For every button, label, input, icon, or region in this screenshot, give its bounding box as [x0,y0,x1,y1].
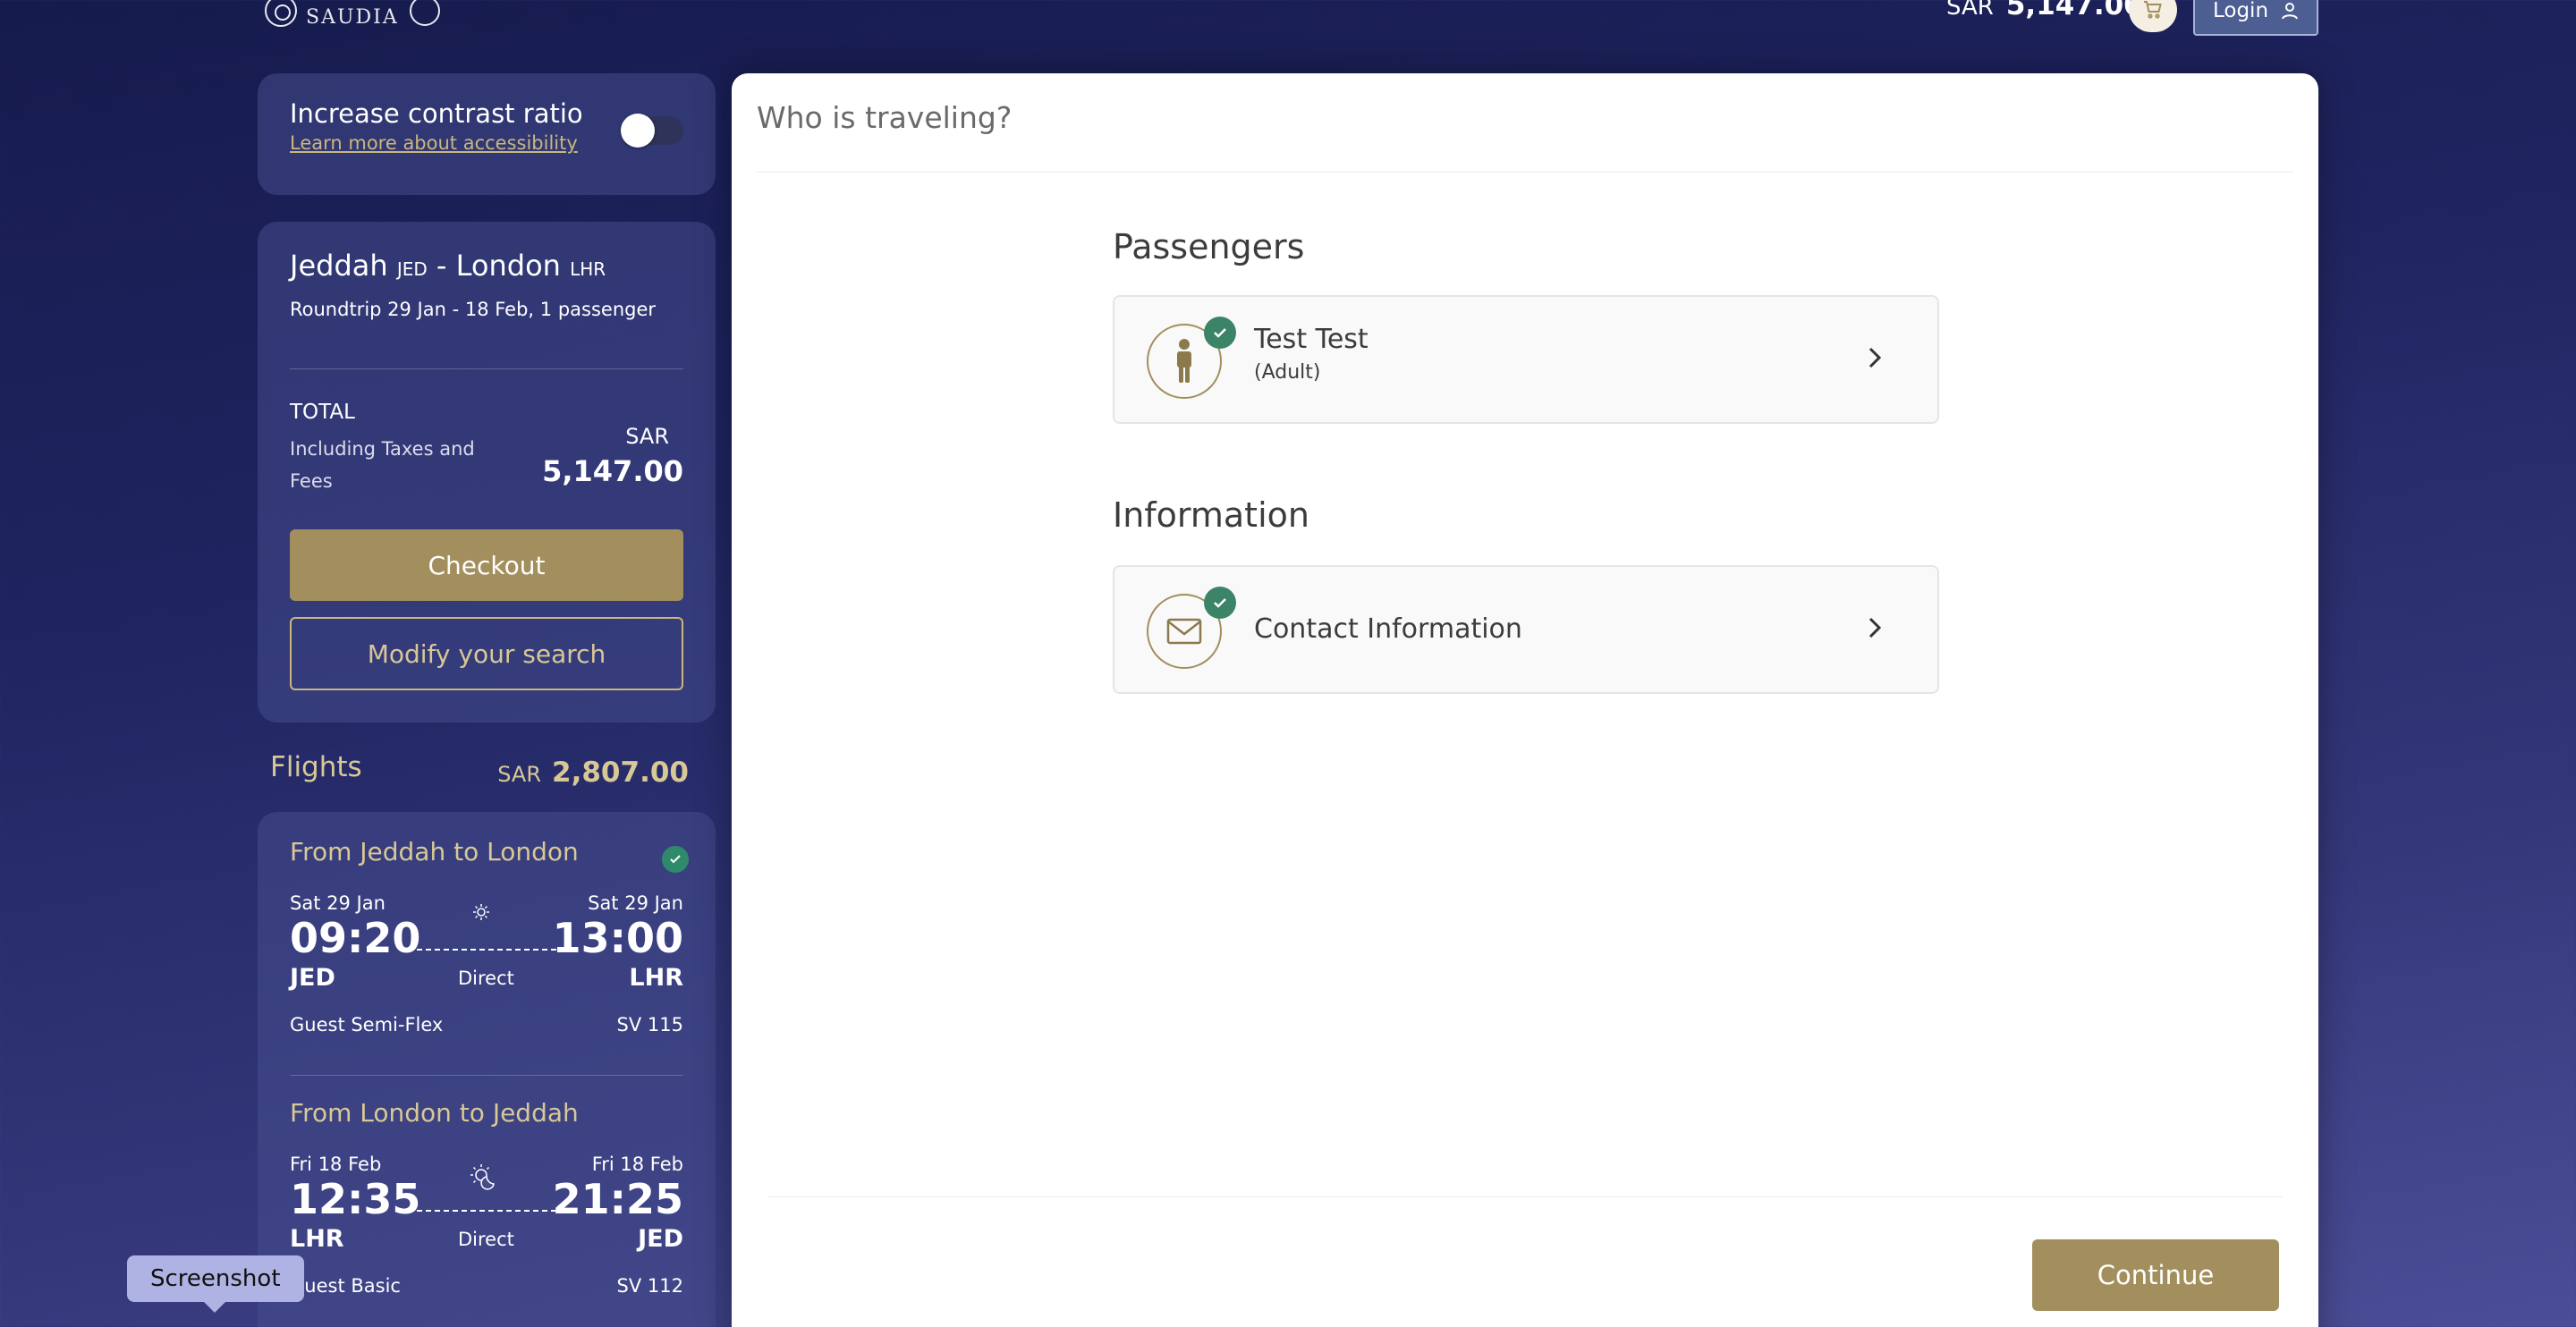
leg-departure-code: JED [290,964,335,992]
leg-departure-date: Sat 29 Jan [290,892,386,914]
summary-divider [290,368,683,369]
booking-summary-card: Jeddah JED - London LHR Roundtrip 29 Jan… [258,222,716,723]
destination-city: London [455,249,561,283]
contrast-title: Increase contrast ratio [290,98,583,129]
leg-title-return: From London to Jeddah [290,1098,579,1128]
flights-currency: SAR [497,762,542,787]
flights-card: From Jeddah to London Sat 29 Jan Sat 29 … [258,812,716,1327]
leg-arrival-code: JED [638,1225,683,1253]
leg-departure-time: 09:20 [290,914,421,962]
user-icon [2282,3,2299,20]
person-icon [1177,339,1191,383]
contact-information-card[interactable]: Contact Information [1113,565,1939,694]
total-amount: 5,147.00 [542,454,683,488]
checkout-button[interactable]: Checkout [290,529,683,601]
route-title: Jeddah JED - London LHR [290,249,606,283]
travelers-panel: Who is traveling? Passengers Test Test (… [732,73,2318,1327]
logo-text: SAUDIA [306,5,399,29]
cart-button[interactable] [2129,0,2177,32]
information-heading: Information [1113,495,1309,535]
leg-departure-time: 12:35 [290,1175,421,1223]
screenshot-tooltip: Screenshot [127,1255,304,1302]
leg-arrival-time: 21:25 [552,1175,683,1223]
leg-flight-number: SV 112 [616,1275,683,1297]
origin-code: JED [396,258,428,280]
accessibility-card: Increase contrast ratio Learn more about… [258,73,716,195]
top-bar: SAUDIA SAR 5,147.00 Login [0,0,2576,39]
total-currency: SAR [625,424,669,449]
saudia-logo[interactable]: SAUDIA [265,0,440,29]
legs-divider [290,1075,683,1076]
passenger-name: Test Test [1254,324,1368,355]
footer-divider [767,1196,2283,1197]
page-title: Who is traveling? [757,100,1013,135]
login-label: Login [2212,0,2269,22]
leg-flight-number: SV 115 [616,1014,683,1035]
modify-search-button[interactable]: Modify your search [290,617,683,690]
leg-stops: Direct [458,968,514,989]
leg-departure-date: Fri 18 Feb [290,1154,382,1175]
origin-city: Jeddah [290,249,388,283]
passenger-type: (Adult) [1254,361,1321,384]
leg-route-line [408,949,565,951]
contact-complete-check-icon [1204,587,1236,619]
header-total-amount: 5,147.00 [2005,0,2143,21]
accessibility-link[interactable]: Learn more about accessibility [290,132,578,154]
contrast-toggle[interactable] [621,114,683,148]
chevron-right-icon [1868,347,1882,368]
envelope-icon [1166,618,1202,645]
sunset-icon [470,1164,495,1190]
logo-palm-icon [409,0,440,26]
logo-emblem-icon [265,0,297,27]
sun-icon [473,904,489,920]
passenger-complete-check-icon [1204,317,1236,349]
header-total-currency: SAR [1946,0,1994,21]
leg-fare-type: Guest Basic [290,1275,401,1297]
total-description: Including Taxes and Fees [290,438,475,492]
login-button[interactable]: Login [2193,0,2318,36]
tooltip-arrow [204,1302,225,1313]
cart-icon [2144,1,2162,19]
passengers-heading: Passengers [1113,227,1305,266]
leg-arrival-code: LHR [629,964,683,992]
passenger-card[interactable]: Test Test (Adult) [1113,295,1939,424]
route-separator: - [436,249,447,283]
continue-button[interactable]: Continue [2032,1239,2279,1311]
destination-code: LHR [570,258,606,280]
toggle-knob [621,114,655,148]
leg-title-outbound: From Jeddah to London [290,837,579,866]
contact-information-label: Contact Information [1254,613,1522,645]
leg-route-line [408,1210,565,1212]
title-divider [757,172,2293,173]
leg-departure-code: LHR [290,1225,344,1253]
chevron-right-icon [1868,617,1882,638]
trip-details: Roundtrip 29 Jan - 18 Feb, 1 passenger [290,299,657,320]
flights-amount: 2,807.00 [552,756,689,789]
leg-selected-check-icon [662,846,689,873]
header-total: SAR 5,147.00 [1946,0,2143,21]
flights-heading: Flights [270,751,362,783]
leg-arrival-time: 13:00 [552,914,683,962]
flights-total: SAR 2,807.00 [497,756,689,789]
leg-fare-type: Guest Semi-Flex [290,1014,444,1035]
leg-stops: Direct [458,1229,514,1250]
leg-arrival-date: Fri 18 Feb [591,1154,683,1175]
total-label: TOTAL [290,401,355,424]
leg-arrival-date: Sat 29 Jan [588,892,683,914]
